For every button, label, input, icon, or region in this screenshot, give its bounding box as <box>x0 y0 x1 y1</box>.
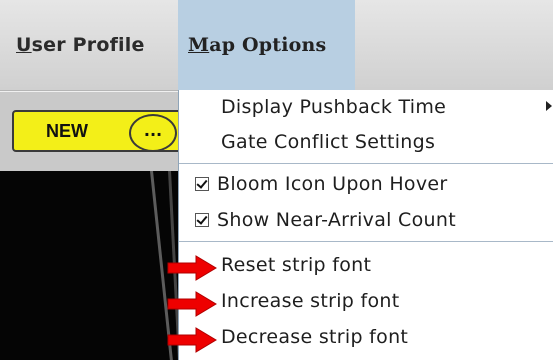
menu-item-gate-conflict-settings[interactable]: Gate Conflict Settings <box>179 125 553 159</box>
menu-map-options-label: ap Options <box>209 34 327 56</box>
red-arrow-icon <box>167 291 217 317</box>
menu-item-decrease-strip-font[interactable]: Decrease strip font <box>179 320 553 354</box>
menu-item-label: Gate Conflict Settings <box>221 131 436 153</box>
menu-user-profile[interactable]: User Profile <box>16 0 176 90</box>
menu-item-reset-strip-font[interactable]: Reset strip font <box>179 248 553 282</box>
menu-item-increase-strip-font[interactable]: Increase strip font <box>179 284 553 318</box>
menu-item-bloom-icon-upon-hover[interactable]: Bloom Icon Upon Hover <box>179 167 553 201</box>
menu-bar: User Profile Map Options <box>0 0 553 91</box>
red-arrow-icon <box>167 255 217 281</box>
menu-map-options[interactable]: Map Options <box>178 0 355 90</box>
menu-map-options-mnemonic: M <box>188 34 210 56</box>
submenu-arrow-icon <box>546 101 552 111</box>
menu-separator <box>179 163 553 164</box>
screen: User Profile Map Options NEW ... Display… <box>0 0 553 360</box>
checkbox-checked-icon[interactable] <box>195 177 209 191</box>
map-options-dropdown: Display Pushback Time Gate Conflict Sett… <box>178 90 553 360</box>
toolbar: NEW ... <box>0 91 197 172</box>
new-strip-button[interactable]: NEW ... <box>12 110 197 152</box>
menu-user-profile-mnemonic: U <box>16 34 32 56</box>
menu-item-label: Decrease strip font <box>221 326 409 348</box>
menu-separator <box>179 241 553 242</box>
menu-item-label: Bloom Icon Upon Hover <box>217 173 448 195</box>
more-options-button[interactable]: ... <box>129 114 177 152</box>
new-button-label: NEW <box>46 121 88 141</box>
menu-item-label: Show Near-Arrival Count <box>217 209 456 231</box>
more-options-label: ... <box>143 121 163 140</box>
map-view[interactable] <box>0 171 180 360</box>
menu-item-label: Increase strip font <box>221 290 400 312</box>
menu-item-label: Reset strip font <box>221 254 372 276</box>
checkbox-checked-icon[interactable] <box>195 213 209 227</box>
menu-item-display-pushback-time[interactable]: Display Pushback Time <box>179 90 553 124</box>
menu-item-show-near-arrival-count[interactable]: Show Near-Arrival Count <box>179 203 553 237</box>
red-arrow-icon <box>167 327 217 353</box>
menu-user-profile-label: ser Profile <box>31 34 145 56</box>
menu-item-label: Display Pushback Time <box>221 96 447 118</box>
